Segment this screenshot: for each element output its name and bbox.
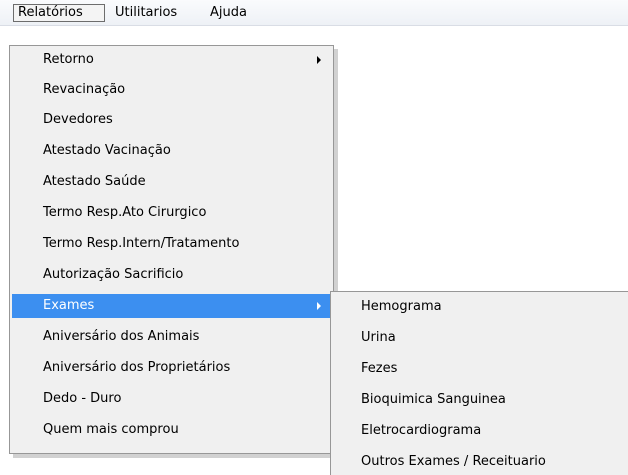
menu-bar: Relatórios Utilitarios Ajuda <box>0 0 628 26</box>
menu-item-label: Aniversário dos Proprietários <box>43 360 231 375</box>
menu-item-retorno[interactable]: Retorno <box>12 48 331 72</box>
menu-item-aniversario-animais[interactable]: Aniversário dos Animais <box>12 325 331 349</box>
menu-item-label: Outros Exames / Receituario <box>361 454 546 469</box>
menu-item-label: Hemograma <box>361 299 442 314</box>
menu-item-label: Revacinação <box>43 82 126 97</box>
submenu-item-outros-exames-receituario[interactable]: Outros Exames / Receituario <box>333 450 627 474</box>
menu-item-label: Atestado Vacinação <box>43 143 171 158</box>
menu-item-label: Quem mais comprou <box>43 422 179 437</box>
menu-item-atestado-vacinacao[interactable]: Atestado Vacinação <box>12 139 331 163</box>
menu-item-autorizacao-sacrificio[interactable]: Autorização Sacrificio <box>12 263 331 287</box>
menu-ajuda[interactable]: Ajuda <box>206 4 251 22</box>
menu-item-dedo-duro[interactable]: Dedo - Duro <box>12 387 331 411</box>
menu-item-label: Eletrocardiograma <box>361 423 482 438</box>
menu-item-termo-resp-intern-tratamento[interactable]: Termo Resp.Intern/Tratamento <box>12 232 331 256</box>
menu-item-label: Termo Resp.Intern/Tratamento <box>43 236 240 251</box>
menu-item-label: Termo Resp.Ato Cirurgico <box>43 205 207 220</box>
menu-item-label: Devedores <box>43 112 113 127</box>
submenu-arrow-icon <box>317 56 321 64</box>
relatorios-dropdown: Retorno Revacinação Devedores Atestado V… <box>9 45 334 454</box>
exames-submenu: Hemograma Urina Fezes Bioquimica Sanguin… <box>330 291 628 475</box>
menu-relatorios[interactable]: Relatórios <box>13 4 105 22</box>
menu-item-label: Autorização Sacrificio <box>43 267 184 282</box>
submenu-item-bioquimica-sanguinea[interactable]: Bioquimica Sanguinea <box>333 388 627 412</box>
menu-item-label: Fezes <box>361 361 398 376</box>
menu-item-revacinacao[interactable]: Revacinação <box>12 78 331 102</box>
menu-item-label: Bioquimica Sanguinea <box>361 392 506 407</box>
submenu-item-urina[interactable]: Urina <box>333 326 627 350</box>
menu-item-label: Urina <box>361 330 396 345</box>
submenu-item-fezes[interactable]: Fezes <box>333 357 627 381</box>
menu-item-atestado-saude[interactable]: Atestado Saúde <box>12 170 331 194</box>
menu-item-exames[interactable]: Exames <box>12 294 331 318</box>
menu-item-termo-resp-ato-cirurgico[interactable]: Termo Resp.Ato Cirurgico <box>12 201 331 225</box>
menu-item-label: Exames <box>43 298 95 313</box>
menu-item-label: Retorno <box>43 52 94 67</box>
menu-utilitarios[interactable]: Utilitarios <box>111 4 181 22</box>
application-window: Relatórios Utilitarios Ajuda Retorno Rev… <box>0 0 628 475</box>
menu-item-quem-mais-comprou[interactable]: Quem mais comprou <box>12 418 331 442</box>
menu-item-aniversario-proprietarios[interactable]: Aniversário dos Proprietários <box>12 356 331 380</box>
menu-item-label: Dedo - Duro <box>43 391 122 406</box>
submenu-item-eletrocardiograma[interactable]: Eletrocardiograma <box>333 419 627 443</box>
menu-item-label: Atestado Saúde <box>43 174 146 189</box>
submenu-arrow-icon <box>317 302 321 310</box>
submenu-item-hemograma[interactable]: Hemograma <box>333 295 627 319</box>
menu-item-devedores[interactable]: Devedores <box>12 108 331 132</box>
menu-item-label: Aniversário dos Animais <box>43 329 200 344</box>
